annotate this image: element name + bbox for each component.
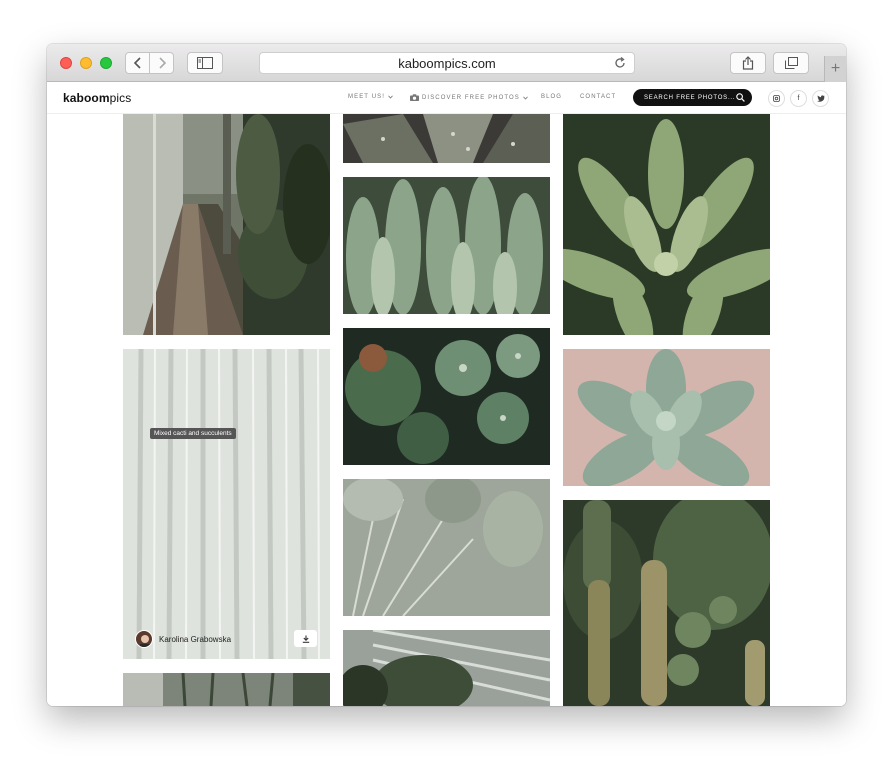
back-button[interactable]: [125, 52, 150, 74]
photo-greenhouse-roof: [343, 630, 550, 706]
chevron-right-icon: [158, 57, 166, 69]
sidebar-toggle-button[interactable]: [187, 52, 223, 74]
photo-succulent-rosette: [563, 349, 770, 486]
photo-tooltip: Mixed cacti and succulents: [150, 428, 236, 439]
gallery-photo[interactable]: [343, 114, 550, 163]
facebook-button[interactable]: f: [790, 90, 807, 107]
photo-cactus-columns: [343, 177, 550, 314]
browser-window: kaboompics.com + kaboompics MEET US! DIS…: [47, 44, 846, 706]
forward-button[interactable]: [149, 52, 174, 74]
author-name: Karolina Grabowska: [159, 634, 232, 644]
photo-barrel-cacti: [343, 328, 550, 465]
avatar: [135, 630, 153, 648]
browser-toolbar: kaboompics.com +: [47, 44, 846, 82]
gallery-photo[interactable]: [123, 673, 330, 706]
address-bar[interactable]: kaboompics.com: [259, 52, 635, 74]
twitter-button[interactable]: [812, 90, 829, 107]
chevron-down-icon: [523, 96, 528, 100]
site-header: kaboompics MEET US! DISCOVER FREE PHOTOS…: [47, 82, 846, 114]
photo-greenhouse-walkway: [123, 114, 330, 335]
tabs-icon: [784, 57, 798, 69]
gallery-photo[interactable]: [123, 349, 330, 659]
download-button[interactable]: [294, 630, 317, 647]
minimize-window-button[interactable]: [80, 57, 92, 69]
reload-icon[interactable]: [613, 56, 627, 70]
close-window-button[interactable]: [60, 57, 72, 69]
facebook-icon: f: [797, 95, 800, 102]
instagram-button[interactable]: [768, 90, 785, 107]
chevron-down-icon: [388, 95, 393, 99]
photo-gallery: Mixed cacti and succulents Karolina Grab…: [47, 114, 846, 706]
nav-contact[interactable]: CONTACT: [580, 94, 616, 100]
nav-discover-label: DISCOVER FREE PHOTOS: [422, 94, 520, 101]
photo-cactus-garden: [563, 500, 770, 706]
nav-blog[interactable]: BLOG: [541, 94, 562, 100]
gallery-photo[interactable]: [343, 177, 550, 314]
photo-agave: [563, 114, 770, 335]
chevron-left-icon: [133, 57, 141, 69]
twitter-icon: [816, 95, 825, 102]
logo-bold-text: kaboom: [63, 91, 110, 105]
nav-meet-us-label: MEET US!: [348, 94, 386, 100]
sidebar-icon: [197, 57, 213, 69]
gallery-photo[interactable]: [343, 630, 550, 706]
search-placeholder: SEARCH FREE PHOTOS...: [644, 94, 736, 101]
share-icon: [742, 56, 754, 70]
photo-author[interactable]: Karolina Grabowska: [135, 630, 231, 648]
nav-meet-us[interactable]: MEET US!: [348, 94, 393, 100]
download-icon: [302, 635, 309, 643]
photo-aloe-top: [343, 114, 550, 163]
gallery-photo[interactable]: [343, 328, 550, 465]
site-logo[interactable]: kaboompics: [63, 91, 131, 105]
gallery-photo[interactable]: [563, 114, 770, 335]
gallery-photo[interactable]: [563, 500, 770, 706]
photo-greenhouse-plants: [123, 673, 330, 706]
maximize-window-button[interactable]: [100, 57, 112, 69]
url-text: kaboompics.com: [398, 55, 496, 71]
share-button[interactable]: [730, 52, 766, 74]
nav-discover-free-photos[interactable]: DISCOVER FREE PHOTOS: [410, 94, 528, 101]
photo-prickly-pear: [343, 479, 550, 616]
instagram-icon: [773, 95, 780, 102]
logo-light-text: pics: [109, 91, 132, 105]
gallery-photo[interactable]: [123, 114, 330, 335]
gallery-photo[interactable]: [563, 349, 770, 486]
new-tab-button[interactable]: +: [824, 56, 846, 82]
search-input[interactable]: SEARCH FREE PHOTOS...: [633, 89, 752, 106]
photo-white-cactus: [123, 349, 330, 659]
search-icon[interactable]: [736, 93, 745, 102]
camera-icon: [410, 94, 419, 101]
show-tabs-button[interactable]: [773, 52, 809, 74]
gallery-photo[interactable]: [343, 479, 550, 616]
